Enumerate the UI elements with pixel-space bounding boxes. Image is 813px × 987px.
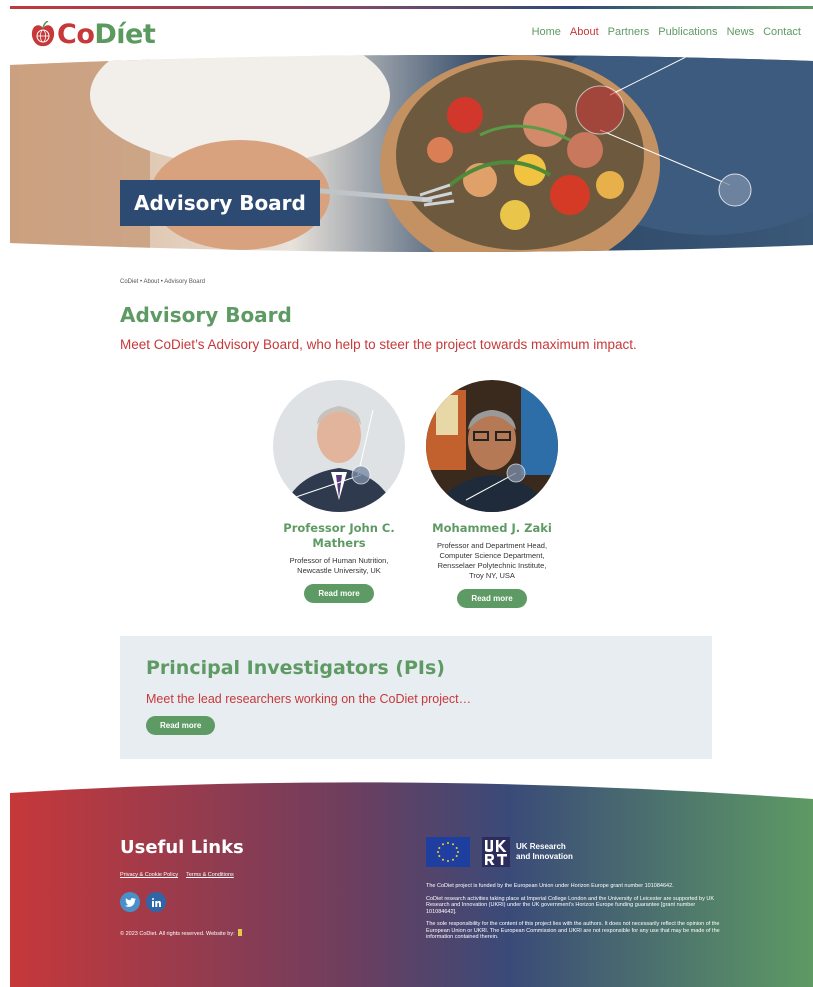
ukri-logo: UK Research and Innovation — [482, 837, 573, 867]
funding-statement: The CoDiet project is funded by the Euro… — [426, 883, 726, 947]
member-photo — [273, 380, 405, 512]
main-nav: Home About Partners Publications News Co… — [532, 26, 801, 38]
copyright: © 2023 CoDiet. All rights reserved. Webs… — [120, 929, 243, 937]
funding-text-ukri: CoDiet research activities taking place … — [426, 895, 714, 915]
breadcrumb[interactable]: CoDiet • About • Advisory Board — [120, 279, 205, 285]
logo[interactable]: CoDíet — [30, 19, 156, 50]
ukri-icon — [482, 837, 510, 867]
pi-title: Principal Investigators (PIs) — [146, 657, 445, 679]
disclaimer-text: The sole responsibility for the content … — [426, 921, 720, 940]
member-card: Professor John C. Mathers Professor of H… — [264, 380, 414, 603]
twitter-icon[interactable] — [120, 892, 140, 912]
nav-about[interactable]: About — [570, 26, 599, 38]
hero-title: Advisory Board — [120, 180, 320, 226]
page: CoDíet Home About Partners Publications … — [10, 0, 813, 987]
read-more-button[interactable]: Read more — [457, 589, 527, 608]
copyright-text: © 2023 CoDiet. All rights reserved. Webs… — [120, 931, 235, 937]
logo-diet: Díet — [94, 19, 156, 50]
hero-image — [10, 55, 813, 253]
member-name: Mohammed J. Zaki — [432, 521, 552, 535]
terms-link[interactable]: Terms & Conditions — [186, 872, 234, 878]
site-footer: Useful Links Privacy & Cookie Policy Ter… — [10, 775, 813, 987]
member-role: Professor and Department Head, Computer … — [436, 541, 548, 580]
page-title: Advisory Board — [120, 303, 292, 327]
social-icons — [120, 892, 166, 912]
footer-links: Privacy & Cookie Policy Terms & Conditio… — [120, 872, 234, 878]
pi-read-more-button[interactable]: Read more — [146, 716, 216, 735]
footer-background — [10, 782, 813, 987]
pi-section: Principal Investigators (PIs) Meet the l… — [120, 636, 712, 759]
member-role: Professor of Human Nutrition, Newcastle … — [289, 556, 389, 575]
linkedin-icon[interactable] — [146, 892, 166, 912]
logo-co: Co — [57, 19, 95, 50]
hero-banner: Advisory Board — [10, 55, 813, 260]
member-photo — [426, 380, 558, 512]
nav-publications[interactable]: Publications — [658, 26, 717, 38]
nav-contact[interactable]: Contact — [763, 26, 801, 38]
nav-home[interactable]: Home — [532, 26, 561, 38]
funding-text-eu: The CoDiet project is funded by the Euro… — [426, 883, 674, 889]
member-card: Mohammed J. Zaki Professor and Departmen… — [417, 380, 567, 608]
apple-globe-icon — [30, 19, 56, 49]
eu-flag-icon — [426, 837, 470, 867]
privacy-policy-link[interactable]: Privacy & Cookie Policy — [120, 872, 178, 878]
agency-logo-icon[interactable] — [238, 929, 243, 936]
ukri-label: UK Research and Innovation — [516, 842, 573, 861]
intro-text: Meet CoDiet’s Advisory Board, who help t… — [120, 337, 637, 352]
read-more-button[interactable]: Read more — [304, 584, 374, 603]
nav-news[interactable]: News — [727, 26, 755, 38]
member-name: Professor John C. Mathers — [283, 521, 395, 550]
pi-text: Meet the lead researchers working on the… — [146, 692, 472, 706]
useful-links-title: Useful Links — [120, 837, 244, 858]
nav-partners[interactable]: Partners — [608, 26, 650, 38]
logo-text: CoDíet — [57, 19, 156, 50]
